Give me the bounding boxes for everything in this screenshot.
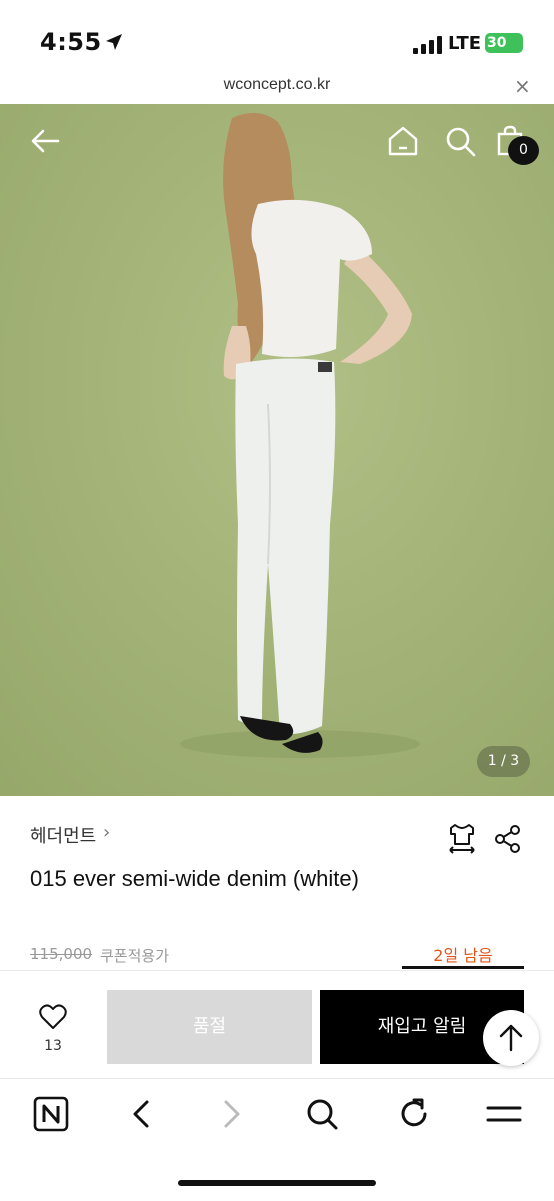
wish-count: 13 [44,1038,62,1054]
menu-icon[interactable] [484,1094,524,1134]
heart-icon[interactable] [39,1004,67,1030]
forward-chevron-icon[interactable] [212,1094,252,1134]
chevron-right-icon[interactable]: › [103,822,110,843]
back-chevron-icon[interactable] [121,1094,161,1134]
search-icon[interactable] [443,124,477,158]
original-price: 115,000 [30,945,93,963]
url-text[interactable]: wconcept.co.kr [0,76,554,94]
image-pager: 1 / 3 [477,746,530,777]
product-photo [0,104,554,796]
brand-link[interactable]: 헤더먼트 [30,822,96,848]
signal-icon [413,36,442,54]
coupon-price-label: 쿠폰적용가 [100,947,170,965]
search-icon[interactable] [302,1094,342,1134]
soldout-button[interactable]: 품절 [107,990,312,1064]
cart-count-badge[interactable]: 0 [508,136,539,165]
home-icon[interactable] [386,124,420,158]
product-title: 015 ever semi-wide denim (white) [30,866,359,891]
scroll-top-button[interactable] [483,1010,539,1066]
home-indicator [178,1180,376,1186]
battery-level: 30 [487,35,507,51]
size-chart-icon[interactable] [447,822,477,854]
share-icon[interactable] [493,824,523,854]
location-arrow-icon [106,34,122,50]
tab-underline [402,966,524,969]
product-image[interactable] [0,104,554,796]
status-time: 4:55 [40,28,102,56]
back-arrow-icon[interactable] [28,124,62,158]
reload-icon[interactable] [394,1094,434,1134]
naver-n-icon[interactable] [31,1094,71,1134]
network-label: LTE [448,33,482,54]
close-icon[interactable]: × [514,74,531,98]
days-left-tab[interactable]: 2일 남음 [402,942,524,966]
arrow-up-icon [499,1024,523,1052]
